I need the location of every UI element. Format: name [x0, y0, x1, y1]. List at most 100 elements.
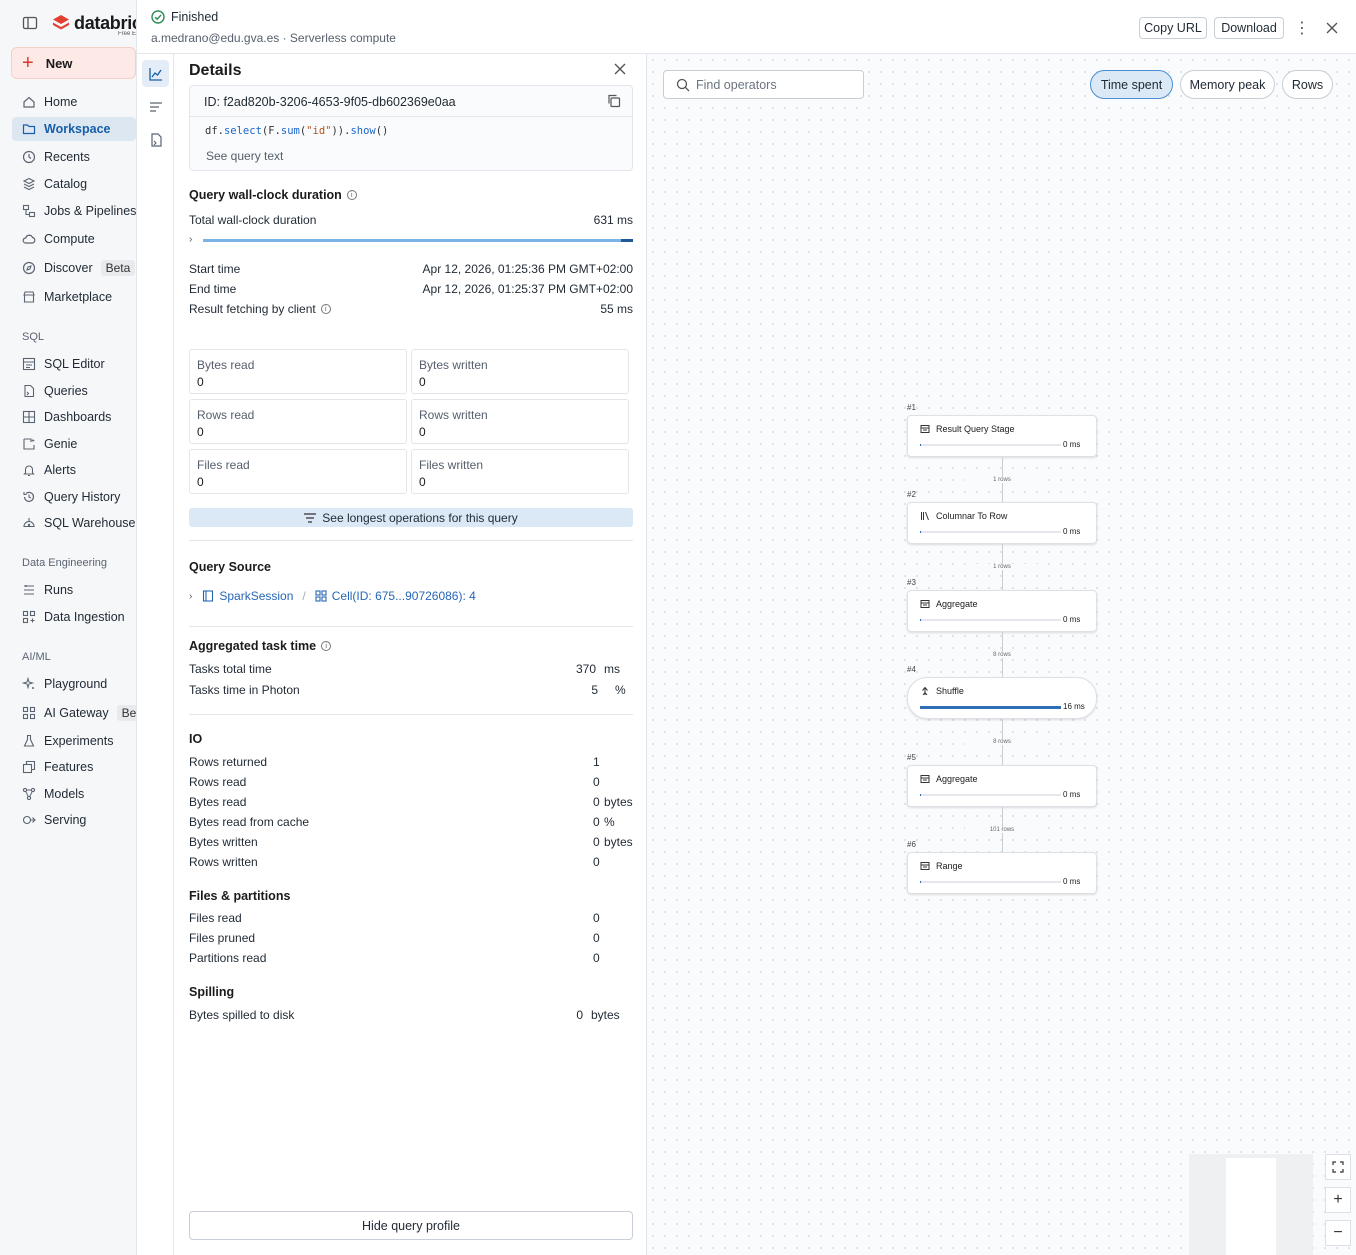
sidebar-item-recents[interactable]: Recents: [12, 145, 136, 169]
chevron-right-icon[interactable]: ›: [189, 234, 192, 245]
see-query-text-link[interactable]: See query text: [206, 149, 283, 163]
metrics-chart-icon[interactable]: [142, 60, 169, 87]
close-icon[interactable]: [1323, 17, 1341, 39]
divider: [189, 540, 633, 541]
operator-node-shuffle[interactable]: Shuffle 16 ms: [907, 677, 1097, 719]
columnar-icon: [920, 511, 930, 521]
sidebar-item-label: Catalog: [44, 177, 88, 191]
sidebar-item-discover[interactable]: Discover Beta: [12, 256, 136, 280]
new-button[interactable]: + New: [11, 47, 136, 79]
databricks-logo-icon[interactable]: [52, 14, 70, 32]
zoom-out-button[interactable]: −: [1325, 1220, 1351, 1246]
sidebar-item-compute[interactable]: Compute: [12, 227, 136, 251]
sidebar-item-models[interactable]: Models: [12, 782, 136, 806]
sidebar-item-marketplace[interactable]: Marketplace: [12, 285, 136, 309]
fit-view-icon[interactable]: [1325, 1154, 1351, 1180]
copy-url-button[interactable]: Copy URL: [1139, 17, 1207, 39]
operator-node-aggregate[interactable]: Aggregate 0 ms: [907, 590, 1097, 632]
operator-number: #6: [907, 840, 916, 849]
sidebar-item-runs[interactable]: Runs: [12, 578, 136, 602]
info-icon[interactable]: i: [320, 304, 331, 314]
io-label: Bytes read: [189, 795, 247, 809]
edge-row-count: 8 rows: [965, 652, 1039, 658]
find-operators-input[interactable]: Find operators: [663, 70, 864, 99]
total-duration-label: Total wall-clock duration: [189, 213, 317, 227]
sidebar-top: databricks Free Edition: [0, 0, 136, 46]
sidebar-item-label: Jobs & Pipelines: [44, 204, 136, 218]
time-bar-track: [920, 794, 1061, 796]
operator-node-aggregate[interactable]: Aggregate 0 ms: [907, 765, 1097, 807]
sidebar-item-playground[interactable]: Playground: [12, 672, 136, 696]
time-bar-track: [920, 706, 1061, 709]
sparkle-icon: [22, 677, 36, 691]
sidebar-item-dashboards[interactable]: Dashboards: [12, 405, 136, 429]
chevron-right-icon[interactable]: ›: [189, 591, 192, 602]
longest-operations-button[interactable]: See longest operations for this query: [189, 508, 633, 527]
io-row: Rows returned 1: [189, 755, 633, 771]
sidebar-item-label: AI Gateway: [44, 706, 109, 720]
info-icon[interactable]: i: [346, 190, 357, 200]
zoom-in-button[interactable]: +: [1325, 1187, 1351, 1213]
sidebar-item-jobs-pipelines[interactable]: Jobs & Pipelines: [12, 199, 136, 223]
operator-node-columnar-to-row[interactable]: Columnar To Row 0 ms: [907, 502, 1097, 544]
details-title: Details: [189, 62, 242, 79]
operator-name: Columnar To Row: [936, 511, 1008, 521]
sidebar-item-features[interactable]: Features: [12, 755, 136, 779]
files-label: Partitions read: [189, 951, 267, 965]
metric-toggle-time-spent[interactable]: Time spent: [1090, 70, 1173, 99]
list-lines-icon[interactable]: [142, 93, 169, 120]
sidebar-item-label: Marketplace: [44, 290, 113, 304]
info-icon[interactable]: i: [321, 641, 332, 651]
sidebar-toggle-icon[interactable]: [22, 15, 38, 31]
sidebar-item-label: Compute: [44, 232, 95, 246]
sidebar-item-query-history[interactable]: Query History: [12, 485, 136, 509]
sidebar-item-experiments[interactable]: Experiments: [12, 729, 136, 753]
operator-node-result-query-stage[interactable]: Result Query Stage 0 ms: [907, 415, 1097, 457]
sidebar-item-sql-warehouses[interactable]: SQL Warehouses: [12, 511, 136, 535]
minimap[interactable]: [1189, 1154, 1313, 1255]
sidebar-item-genie[interactable]: Genie: [12, 432, 136, 456]
download-button[interactable]: Download: [1214, 17, 1284, 39]
sidebar-item-workspace[interactable]: Workspace: [12, 117, 136, 141]
copy-icon[interactable]: [607, 94, 621, 108]
sidebar-item-alerts[interactable]: Alerts: [12, 458, 136, 482]
stat-label: Bytes read: [197, 358, 255, 372]
stat-label: Bytes written: [419, 358, 488, 372]
cell-link[interactable]: Cell(ID: 675...90726086): 4: [315, 589, 476, 603]
operator-graph-canvas[interactable]: Find operators Time spent Memory peak Rows…: [647, 54, 1356, 1255]
operator-name: Shuffle: [936, 686, 964, 696]
operator-time: 16 ms: [1063, 702, 1085, 711]
io-value: 0: [593, 835, 600, 849]
time-bar-fill: [920, 444, 921, 446]
io-value: 0: [593, 815, 600, 829]
stat-label: Files written: [419, 458, 484, 472]
sidebar-item-home[interactable]: Home: [12, 90, 136, 114]
metric-toggle-memory-peak[interactable]: Memory peak: [1180, 70, 1275, 99]
more-options-icon[interactable]: ⋮: [1294, 17, 1310, 39]
query-file-icon[interactable]: [142, 126, 169, 153]
io-unit: bytes: [604, 835, 633, 849]
spill-row: Bytes spilled to disk 0 bytes: [189, 1008, 620, 1022]
hide-query-profile-button[interactable]: Hide query profile: [189, 1211, 633, 1240]
files-partitions-title: Files & partitions: [189, 889, 291, 903]
operator-node-range[interactable]: Range 0 ms: [907, 852, 1097, 894]
sidebar-item-queries[interactable]: Queries: [12, 379, 136, 403]
time-bar-fill: [920, 531, 921, 533]
details-close-icon[interactable]: [613, 62, 629, 78]
io-value: 0: [593, 855, 600, 869]
sidebar-item-catalog[interactable]: Catalog: [12, 172, 136, 196]
spilling-title: Spilling: [189, 985, 235, 999]
dashboard-icon: [22, 410, 36, 424]
metric-toggle-rows[interactable]: Rows: [1282, 70, 1333, 99]
tasks-total-row: Tasks total time 370 ms: [189, 662, 620, 676]
warehouse-icon: [22, 516, 36, 530]
clock-icon: [22, 150, 36, 164]
spark-session-link[interactable]: SparkSession: [202, 589, 293, 603]
sidebar-item-serving[interactable]: Serving: [12, 808, 136, 832]
start-time-value: Apr 12, 2026, 01:25:36 PM GMT+02:00: [422, 262, 633, 276]
sidebar-item-ai-gateway[interactable]: AI Gateway Beta: [12, 701, 136, 725]
sidebar-item-data-ingestion[interactable]: Data Ingestion: [12, 605, 136, 629]
stat-value: 0: [419, 375, 426, 389]
sidebar-item-sql-editor[interactable]: SQL Editor: [12, 352, 136, 376]
operator-title: Result Query Stage: [920, 424, 1015, 434]
